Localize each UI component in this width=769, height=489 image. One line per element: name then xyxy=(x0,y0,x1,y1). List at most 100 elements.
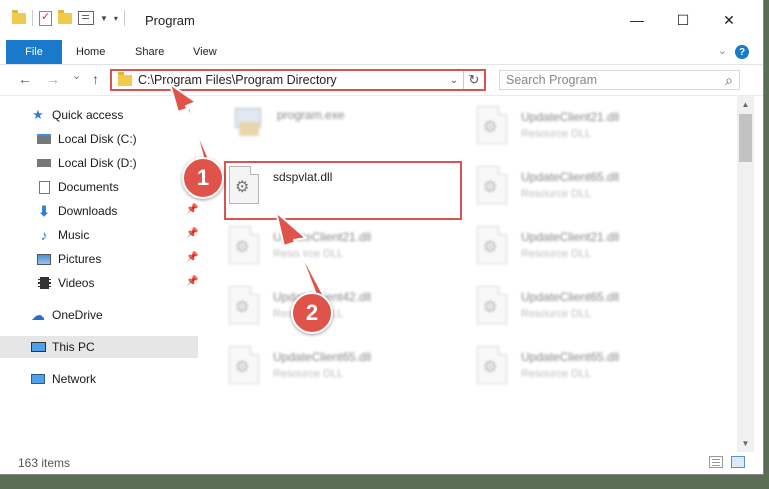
refresh-button[interactable]: ↻ xyxy=(463,71,484,89)
file-name: program.exe xyxy=(277,108,345,122)
pin-icon[interactable]: 📌 xyxy=(186,276,198,287)
music-icon: ♪ xyxy=(40,227,48,243)
tab-home[interactable]: Home xyxy=(76,40,105,64)
tab-share[interactable]: Share xyxy=(135,40,164,64)
sidebar-item-quick-access[interactable]: ★ Quick access xyxy=(30,104,228,126)
search-icon: ⌕ xyxy=(725,71,733,88)
file-item[interactable]: ⚙ UpdateClient42.dllResource DLL xyxy=(229,286,459,338)
tab-view[interactable]: View xyxy=(193,40,217,64)
new-folder-icon[interactable] xyxy=(58,9,72,24)
quick-access-toolbar: ▼ ▾ xyxy=(12,9,125,26)
chevron-down-icon[interactable]: ⌄ xyxy=(718,44,727,57)
tab-file[interactable]: File xyxy=(6,40,62,64)
file-item-program-exe[interactable]: program.exe xyxy=(233,104,463,156)
navigation-pane: ★ Quick access Local Disk (C:) Local Dis… xyxy=(0,96,201,446)
dll-icon: ⚙ xyxy=(477,166,511,208)
cloud-icon: ☁ xyxy=(31,306,45,323)
download-icon: ⬇ xyxy=(38,202,50,219)
status-bar: 163 items xyxy=(0,452,763,474)
sidebar-item-onedrive[interactable]: ☁ OneDrive xyxy=(30,304,228,326)
properties-icon[interactable] xyxy=(78,11,94,25)
file-name: UpdateClient65.dll xyxy=(521,170,620,184)
sidebar-item-label: Quick access xyxy=(52,108,124,122)
forward-button[interactable]: → xyxy=(46,71,60,87)
file-type: Resource DLL xyxy=(521,128,592,140)
scroll-thumb[interactable] xyxy=(739,114,752,162)
step-marker-2: 2 xyxy=(291,292,333,334)
pictures-icon xyxy=(36,252,52,266)
file-item[interactable]: ⚙ UpdateClient21.dll Resource DLL xyxy=(477,106,707,158)
address-bar[interactable]: C:\Program Files\Program Directory ⌄ ↻ xyxy=(110,69,486,91)
minimize-button[interactable]: — xyxy=(614,0,660,40)
file-type: Resource DLL xyxy=(521,368,592,380)
sidebar-item-label: Pictures xyxy=(58,252,102,266)
sidebar-item-label: Videos xyxy=(58,276,95,290)
help-icon[interactable]: ? xyxy=(735,45,749,59)
dll-icon: ⚙ xyxy=(477,346,511,388)
drive-icon xyxy=(36,156,52,170)
sidebar-item-label: This PC xyxy=(52,340,95,354)
scroll-up-icon[interactable]: ▲ xyxy=(737,96,754,113)
sidebar-item-label: Downloads xyxy=(58,204,118,218)
details-view-icon[interactable] xyxy=(709,456,723,468)
file-item[interactable]: ⚙ UpdateClient21.dll Resource DLL xyxy=(229,226,459,278)
file-type: Resource DLL xyxy=(521,308,592,320)
file-list: program.exe ⚙ sdspvlat.dll ⚙ UpdateClien… xyxy=(201,96,737,446)
dll-icon: ⚙ xyxy=(477,286,511,328)
file-name: UpdateClient65.dll xyxy=(273,350,372,364)
exe-icon xyxy=(233,104,267,146)
dll-icon: ⚙ xyxy=(229,226,263,268)
file-item[interactable]: ⚙ UpdateClient65.dll Resource DLL xyxy=(477,166,707,218)
drive-icon xyxy=(36,132,52,146)
large-icons-view-icon[interactable] xyxy=(731,456,745,468)
up-button[interactable]: ↑ xyxy=(92,71,99,87)
item-count: 163 items xyxy=(18,456,71,470)
file-item[interactable]: ⚙ UpdateClient21.dll Resource DLL xyxy=(477,226,707,278)
address-path[interactable]: C:\Program Files\Program Directory xyxy=(138,73,444,87)
chevron-down-icon[interactable]: ⌄ xyxy=(444,74,463,86)
sidebar-item-label: Network xyxy=(52,372,97,386)
pin-icon[interactable]: 📌 xyxy=(186,228,198,239)
file-type: Resource DLL xyxy=(521,248,592,260)
customize-toolbar-icon[interactable]: ▾ xyxy=(114,14,118,23)
network-icon xyxy=(30,372,46,386)
file-item[interactable]: ⚙ UpdateClient65.dll Resource DLL xyxy=(229,346,459,398)
dll-icon: ⚙ xyxy=(477,226,511,268)
sidebar-item-network[interactable]: Network xyxy=(30,368,228,390)
file-name: UpdateClient21.dll xyxy=(521,110,620,124)
star-icon: ★ xyxy=(32,107,44,122)
sidebar-item-label: Local Disk (C:) xyxy=(58,132,137,146)
file-name: UpdateClient21.dll xyxy=(521,230,620,244)
close-button[interactable]: ✕ xyxy=(706,0,752,40)
file-item[interactable]: ⚙ UpdateClient65.dll Resource DLL xyxy=(477,346,707,398)
pin-icon[interactable]: 📌 xyxy=(186,252,198,263)
separator xyxy=(123,10,125,26)
pin-icon[interactable]: 📌 xyxy=(186,204,198,215)
highlight-box xyxy=(224,161,462,220)
sidebar-item-label: Documents xyxy=(58,180,119,194)
maximize-button[interactable]: ☐ xyxy=(660,0,706,40)
title-bar: ▼ ▾ Program — ☐ ✕ xyxy=(0,0,763,40)
properties-check-icon[interactable] xyxy=(39,10,52,26)
explorer-window: ▼ ▾ Program — ☐ ✕ File Home Share View ⌄… xyxy=(0,0,764,475)
file-type: Resource DLL xyxy=(273,248,344,260)
scroll-down-icon[interactable]: ▼ xyxy=(737,435,754,452)
separator xyxy=(32,10,33,26)
file-item[interactable]: ⚙ UpdateClient65.dll Resource DLL xyxy=(477,286,707,338)
computer-icon xyxy=(30,340,46,354)
ribbon-tabs: File Home Share View ⌄ ? xyxy=(0,40,763,65)
back-button[interactable]: ← xyxy=(18,71,32,87)
recent-locations-button[interactable]: ⌄ xyxy=(72,69,81,82)
sidebar-item-label: OneDrive xyxy=(52,308,103,322)
chevron-down-icon[interactable]: ▼ xyxy=(100,14,108,23)
vertical-scrollbar[interactable]: ▲ ▼ xyxy=(737,96,754,452)
sidebar-item-this-pc[interactable]: This PC xyxy=(0,336,198,358)
videos-icon xyxy=(36,276,52,290)
dll-icon: ⚙ xyxy=(229,286,263,328)
search-input[interactable]: Search Program ⌕ xyxy=(499,70,740,90)
folder-icon xyxy=(118,71,132,86)
file-name: UpdateClient65.dll xyxy=(521,350,620,364)
folder-icon[interactable] xyxy=(12,9,26,24)
dll-icon: ⚙ xyxy=(229,346,263,388)
file-name: UpdateClient21.dll xyxy=(273,230,372,244)
